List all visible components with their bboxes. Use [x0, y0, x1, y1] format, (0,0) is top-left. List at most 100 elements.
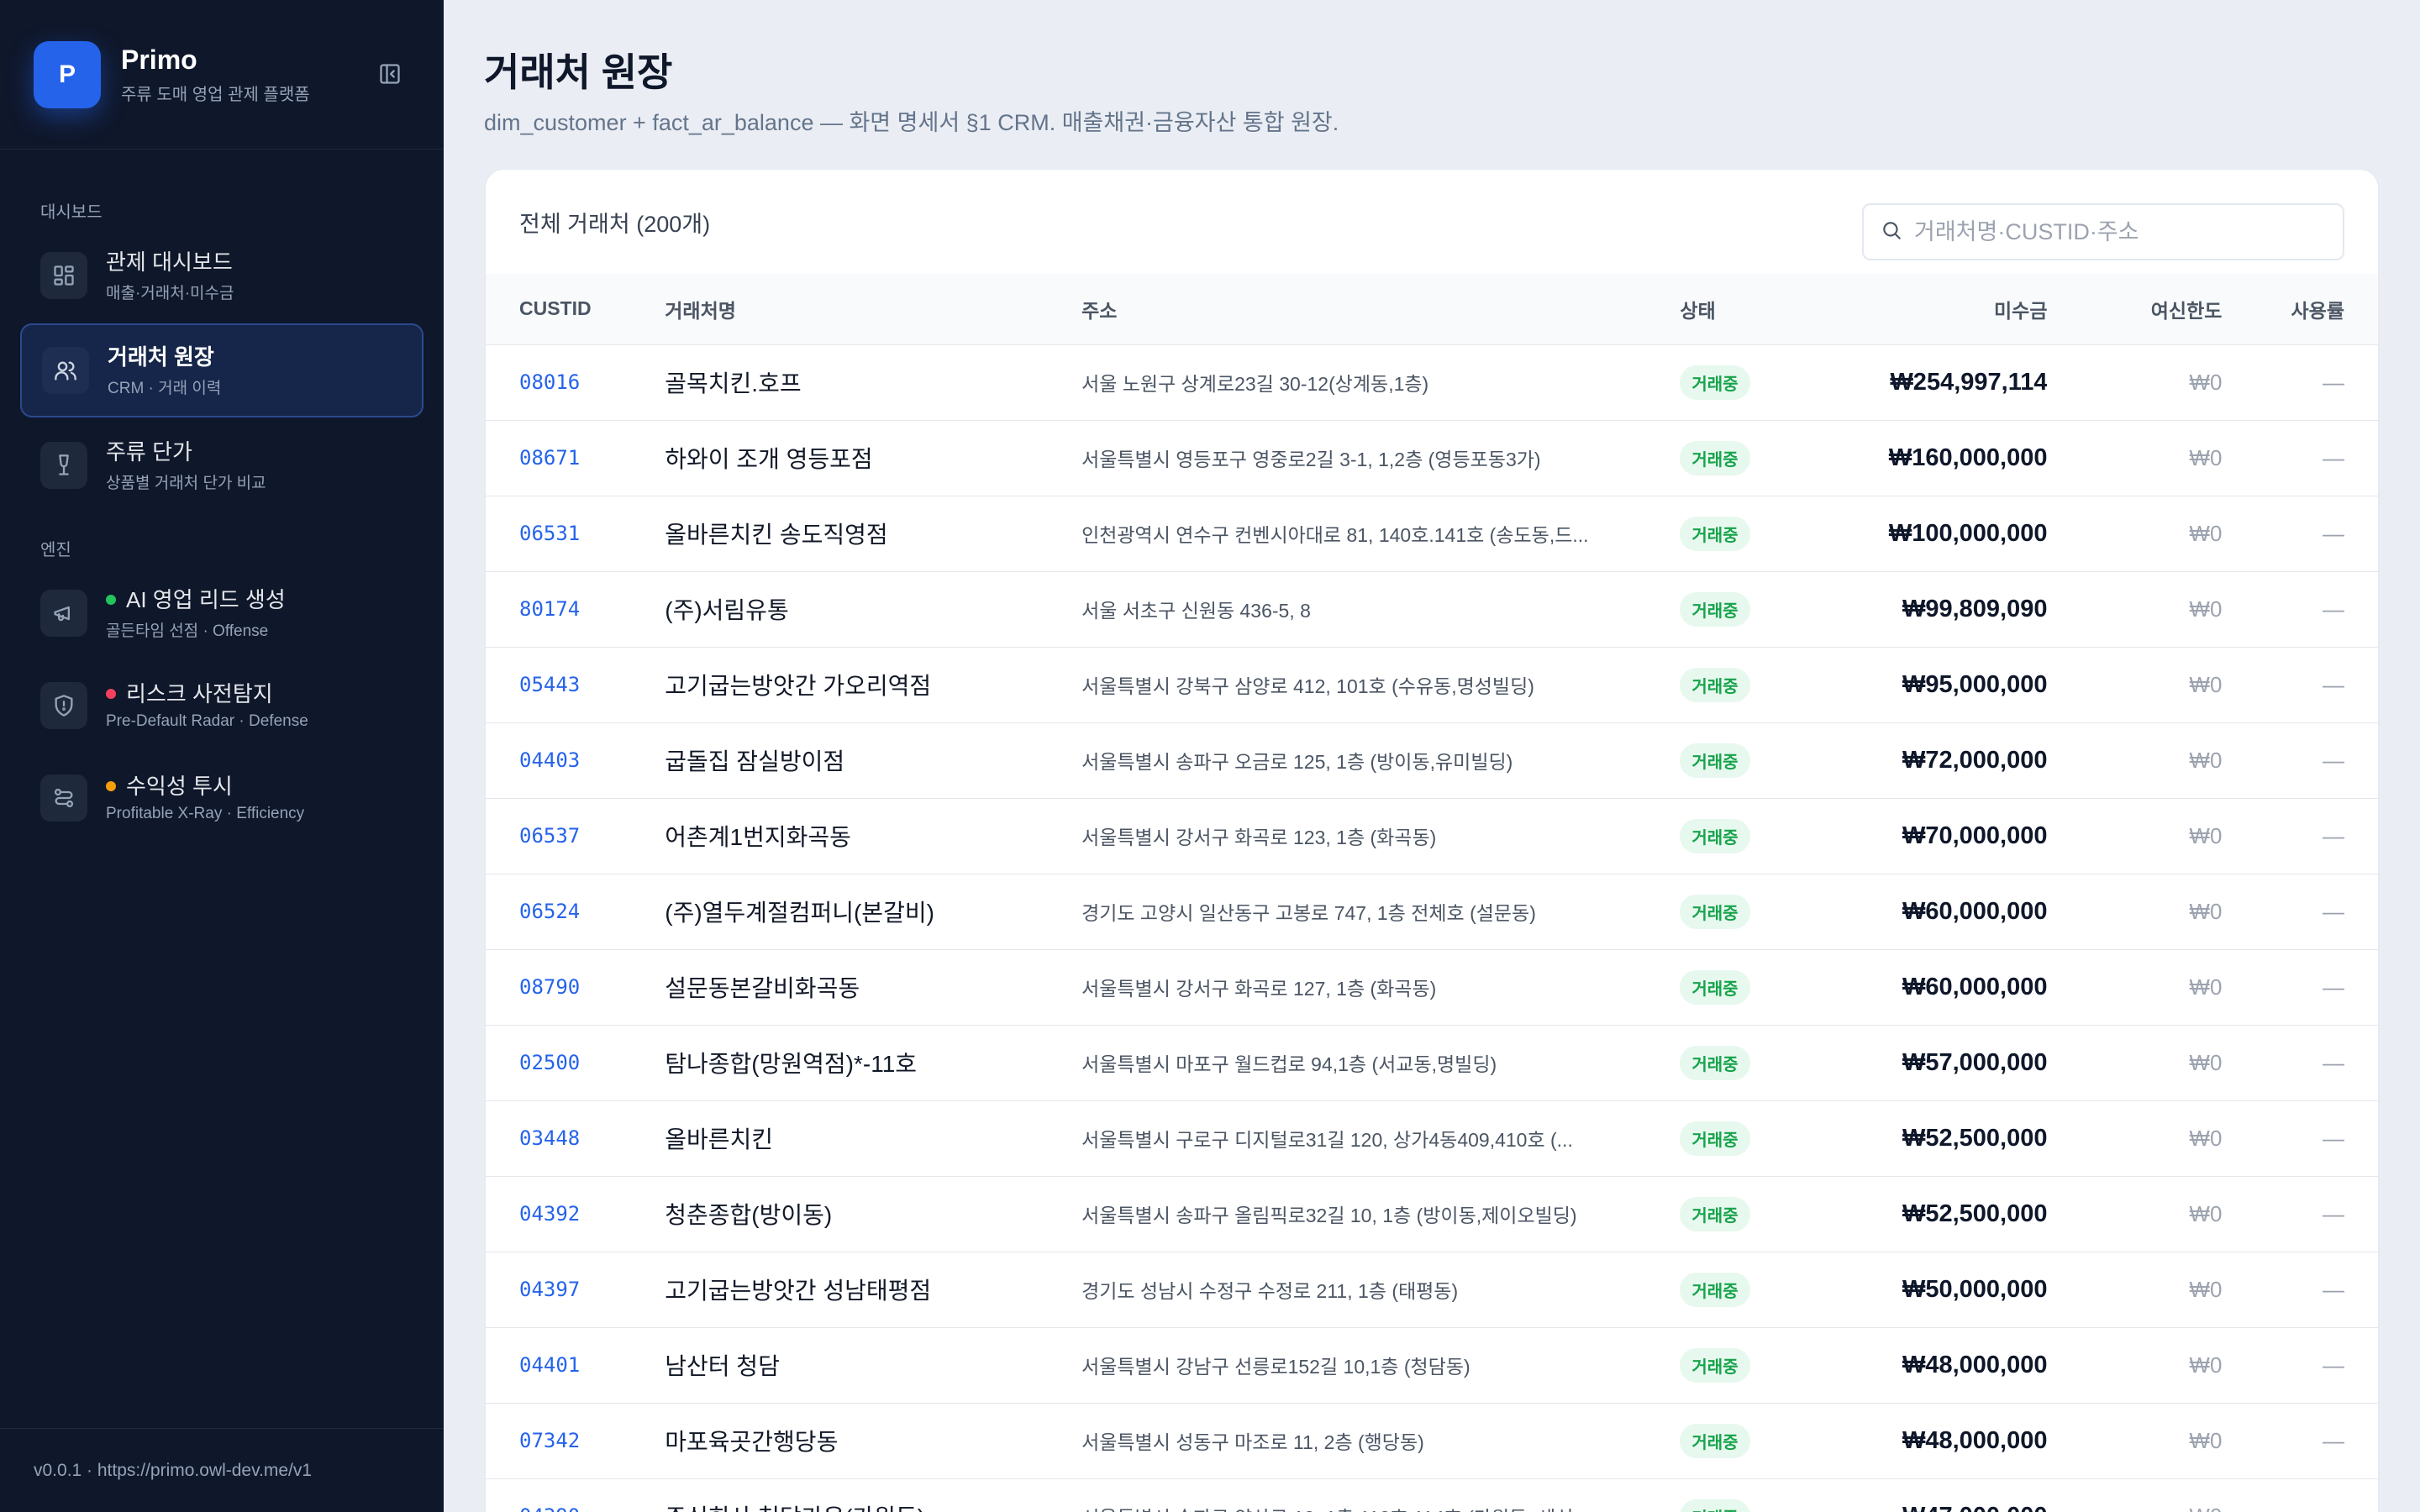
sidebar-item-customers[interactable]: 거래처 원장 CRM · 거래 이력: [20, 323, 424, 417]
status-cell: 거래중: [1680, 1252, 1841, 1327]
custid-link[interactable]: 06537: [486, 798, 665, 874]
customer-name[interactable]: 탐나종합(망원역점)*-11호: [665, 1025, 1081, 1100]
search-icon: [1881, 219, 1902, 245]
table-row[interactable]: 04390주식회사 청담가옥(가원동)서울특별시 송파구 양산로 12, 1층 …: [486, 1478, 2378, 1512]
custid-link[interactable]: 04401: [486, 1327, 665, 1403]
column-header-status[interactable]: 상태: [1680, 274, 1842, 345]
customer-name[interactable]: 올바른치킨: [665, 1100, 1081, 1176]
table-row[interactable]: 04392 청춘종합(방이동) 서울특별시 송파구 올림픽로32길 10, 1층 (…: [486, 1176, 2378, 1252]
usage-value: —: [2323, 1276, 2344, 1302]
table-row[interactable]: 06531 올바른치킨 송도직영점 인천광역시 연수구 컨벤시아대로 81, 140…: [486, 496, 2378, 571]
status-badge: 거래중: [1680, 667, 1750, 702]
version-footer: v0.0.1 · https://primo.owl-dev.me/v1: [0, 1428, 444, 1512]
dashboard-grid-icon: [40, 252, 87, 299]
credit-limit-value: ₩0: [2189, 822, 2223, 848]
custid-link[interactable]: 08016: [486, 344, 665, 420]
custid-link[interactable]: 02500: [486, 1025, 665, 1100]
column-header-custid[interactable]: CUSTID: [486, 274, 666, 345]
sidebar-item-ai-leads[interactable]: AI 영업 리드 생성 골든타임 선점 · Offense: [20, 566, 424, 660]
custid-link[interactable]: 04390: [486, 1478, 665, 1512]
custid-link[interactable]: 06524: [486, 874, 665, 949]
column-header-limit[interactable]: 여신한도: [2047, 274, 2223, 345]
sidebar-item-sublabel: 매출·거래처·미수금: [106, 284, 234, 302]
customer-name[interactable]: 주식회사 청담가옥(가원동): [665, 1478, 1081, 1512]
table-row[interactable]: 08671 하와이 조개 영등포점 서울특별시 영등포구 영중로2길 3-1, 1,…: [486, 420, 2378, 496]
sidebar-item-profitability[interactable]: 수익성 투시 Profitable X-Ray · Efficiency: [20, 751, 424, 845]
table-row[interactable]: 80174 (주)서림유통 서울 서초구 신원동 436-5, 8 거래중 ₩99,80…: [486, 571, 2378, 647]
table-row[interactable]: 04397 고기굽는방앗간 성남태평점 경기도 성남시 수정구 수정로 211, 1…: [486, 1252, 2378, 1327]
custid-link[interactable]: 04397: [486, 1252, 665, 1327]
table-row[interactable]: 08790 설문동본갈비화곡동 서울특별시 강서구 화곡로 127, 1층 (화곡동…: [486, 949, 2378, 1025]
table-row[interactable]: 03448 올바른치킨 서울특별시 구로구 디지털로31길 120, 상가4동409…: [486, 1100, 2378, 1176]
custid-link[interactable]: 80174: [486, 571, 665, 647]
custid-link[interactable]: 06531: [486, 496, 665, 571]
custid-link[interactable]: 03448: [486, 1100, 665, 1176]
customer-name[interactable]: 청춘종합(방이동): [665, 1176, 1081, 1252]
table-row[interactable]: 04403 굽돌집 잠실방이점 서울특별시 송파구 오금로 125, 1층 (방이동…: [486, 722, 2378, 798]
table-row[interactable]: 07342 마포육곳간행당동 서울특별시 성동구 마조로 11, 2층 (행당동) 거…: [486, 1403, 2378, 1478]
custid-link[interactable]: 05443: [486, 647, 665, 722]
customer-name[interactable]: 굽돌집 잠실방이점: [665, 722, 1081, 798]
credit-limit-value: ₩0: [2047, 1478, 2222, 1512]
status-badge: 거래중: [1680, 1347, 1750, 1383]
customer-name[interactable]: 설문동본갈비화곡동: [665, 949, 1081, 1025]
sidebar-item-risk[interactable]: 리스크 사전탐지 Pre-Default Radar · Defense: [20, 659, 424, 753]
usage-value: —: [2323, 1427, 2344, 1453]
status-cell: 거래중: [1680, 1403, 1841, 1478]
customer-name[interactable]: 하와이 조개 영등포점: [665, 420, 1081, 496]
customer-name[interactable]: (주)열두계절컴퍼니(본갈비): [665, 874, 1081, 949]
table-row[interactable]: 02500 탐나종합(망원역점)*-11호 서울특별시 마포구 월드컵로 94,1층…: [486, 1025, 2378, 1100]
usage-value: —: [2323, 1352, 2344, 1378]
customer-table-card: 전체 거래처 (200개) CUSTID 거래처명 주소 상태 미수금 여: [486, 170, 2378, 1512]
table-row[interactable]: 06537 어촌계1번지화곡동 서울특별시 강서구 화곡로 123, 1층 (화곡동…: [486, 798, 2378, 874]
custid-link[interactable]: 04403: [486, 722, 665, 798]
sidebar-collapse-icon[interactable]: [376, 60, 403, 87]
customer-name[interactable]: 올바른치킨 송도직영점: [665, 496, 1081, 571]
sidebar-item-dashboard[interactable]: 관제 대시보드 매출·거래처·미수금: [20, 228, 424, 323]
custid-link[interactable]: 07342: [486, 1403, 665, 1478]
usage-value: —: [2323, 1200, 2344, 1226]
status-cell: 거래중: [1680, 949, 1841, 1025]
sidebar-item-label: AI 영업 리드 생성: [126, 586, 286, 612]
balance-value: ₩47,000,000: [1841, 1478, 2048, 1512]
table-header-row: CUSTID 거래처명 주소 상태 미수금 여신한도 사용률: [486, 274, 2378, 345]
status-cell: 거래중: [1680, 647, 1841, 722]
column-header-name[interactable]: 거래처명: [665, 274, 1082, 345]
customer-name[interactable]: 고기굽는방앗간 성남태평점: [665, 1252, 1081, 1327]
customer-name[interactable]: (주)서림유통: [665, 571, 1081, 647]
table-row[interactable]: 08016 골목치킨.호프 서울 노원구 상계로23길 30-12(상계동,1층) 거…: [486, 344, 2378, 420]
search-box[interactable]: [1862, 203, 2344, 260]
balance-value: ₩52,500,000: [1902, 1124, 2048, 1152]
custid-link[interactable]: 08671: [486, 420, 665, 496]
usage-value: —: [2323, 596, 2344, 622]
customer-address: 서울특별시 성동구 마조로 11, 2층 (행당동): [1081, 1431, 1424, 1453]
status-badge: 거래중: [1680, 365, 1750, 400]
column-header-balance[interactable]: 미수금: [1841, 274, 2048, 345]
customer-address: 서울특별시 강서구 화곡로 127, 1층 (화곡동): [1081, 978, 1437, 1000]
search-input[interactable]: [1914, 218, 2317, 245]
customer-name[interactable]: 어촌계1번지화곡동: [665, 798, 1081, 874]
usage-value: —: [2323, 747, 2344, 773]
status-cell: 거래중: [1680, 1478, 1841, 1512]
usage-value: —: [2323, 444, 2344, 470]
customer-name[interactable]: 마포육곳간행당동: [665, 1403, 1081, 1478]
custid-link[interactable]: 04392: [486, 1176, 665, 1252]
table-row[interactable]: 06524 (주)열두계절컴퍼니(본갈비) 경기도 고양시 일산동구 고봉로 747…: [486, 874, 2378, 949]
column-header-usage[interactable]: 사용률: [2222, 274, 2378, 345]
table-row[interactable]: 05443 고기굽는방앗간 가오리역점 서울특별시 강북구 삼양로 412, 101…: [486, 647, 2378, 722]
balance-value: ₩48,000,000: [1902, 1351, 2048, 1378]
customer-name[interactable]: 남산터 청담: [665, 1327, 1081, 1403]
sidebar-item-liquor-price[interactable]: 주류 단가 상품별 거래처 단가 비교: [20, 418, 424, 512]
table-row[interactable]: 04401 남산터 청담 서울특별시 강남구 선릉로152길 10,1층 (청담동)…: [486, 1327, 2378, 1403]
custid-link[interactable]: 08790: [486, 949, 665, 1025]
customer-name[interactable]: 골목치킨.호프: [665, 344, 1081, 420]
brand-header: P Primo 주류 도매 영업 관제 플랫폼: [0, 0, 444, 150]
app-logo[interactable]: P: [34, 40, 101, 108]
status-badge: 거래중: [1680, 1423, 1750, 1458]
customer-address: 서울특별시 송파구 오금로 125, 1층 (방이동,유미빌딩): [1081, 751, 1513, 773]
customer-name[interactable]: 고기굽는방앗간 가오리역점: [665, 647, 1081, 722]
credit-limit-value: ₩0: [2189, 1125, 2223, 1151]
credit-limit-value: ₩0: [2189, 974, 2223, 1000]
column-header-address[interactable]: 주소: [1081, 274, 1681, 345]
sidebar-item-sublabel: CRM · 거래 이력: [108, 379, 222, 397]
